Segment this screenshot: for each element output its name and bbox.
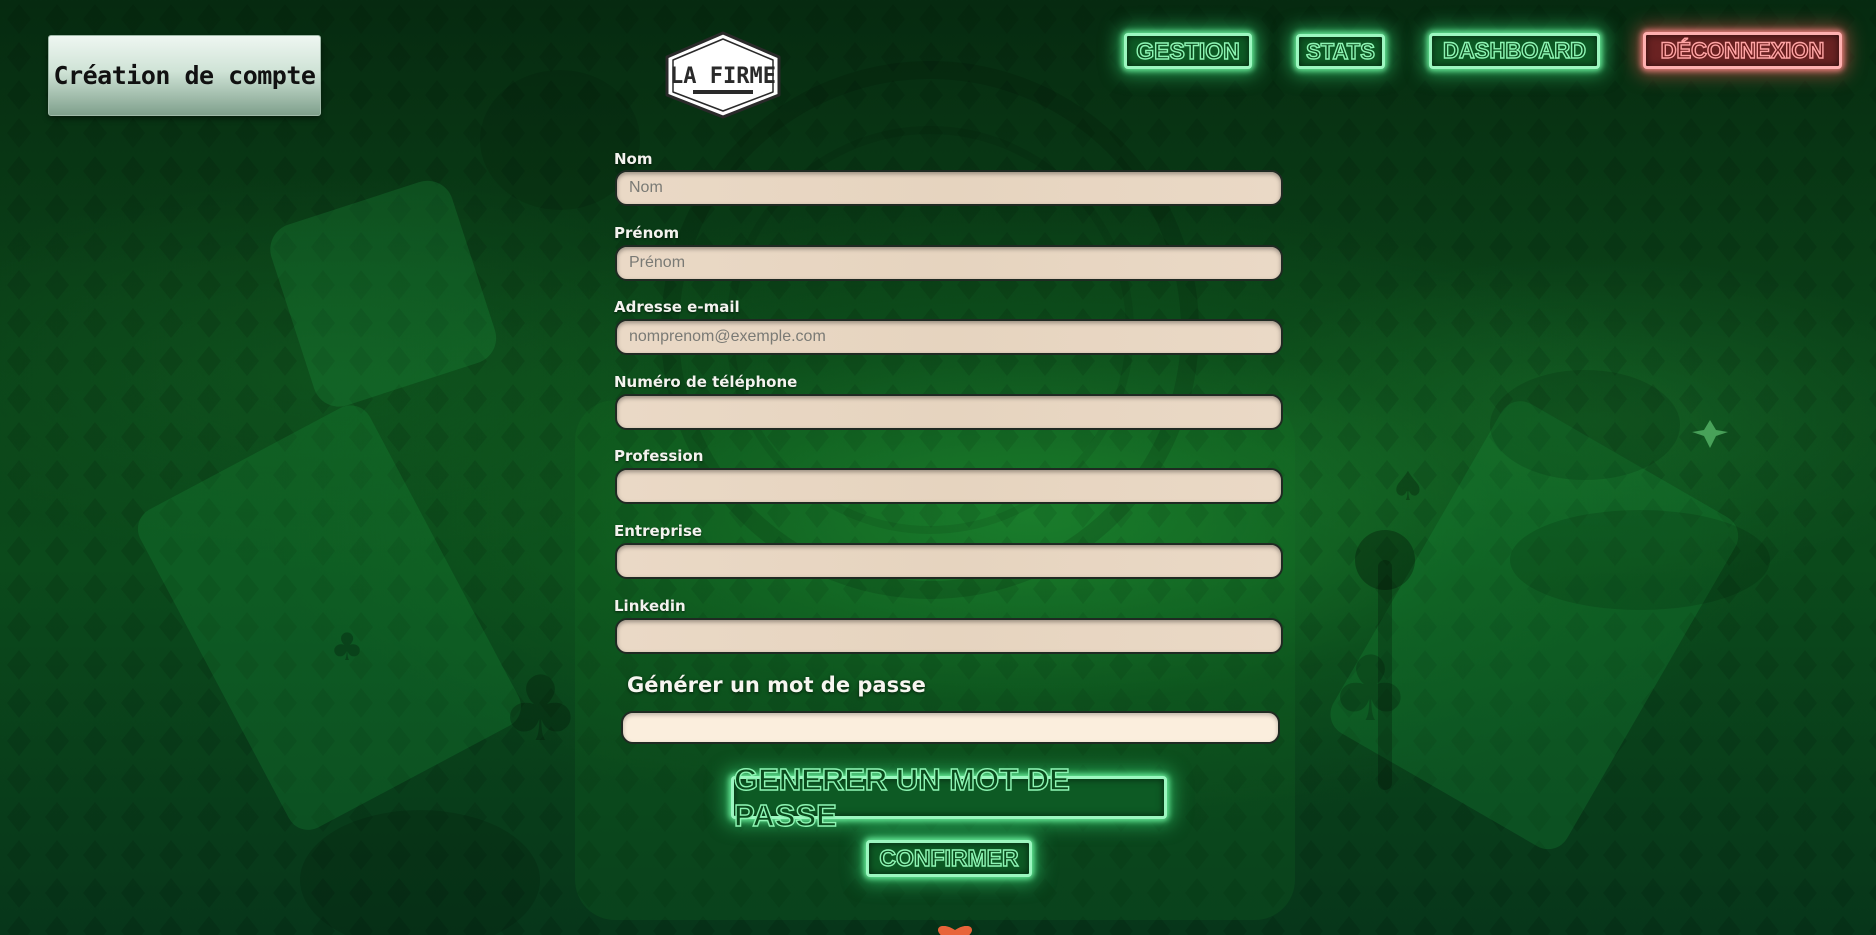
gestion-button[interactable]: GESTION bbox=[1124, 33, 1252, 69]
telephone-input[interactable] bbox=[615, 394, 1283, 430]
confirm-button[interactable]: CONFIRMER bbox=[866, 840, 1032, 877]
logo-text: LA FIRME bbox=[670, 64, 776, 89]
prenom-label: Prénom bbox=[614, 224, 680, 242]
nom-label: Nom bbox=[614, 150, 653, 168]
deconnexion-button[interactable]: DÉCONNEXION bbox=[1643, 32, 1842, 69]
email-input[interactable] bbox=[615, 319, 1283, 355]
linkedin-label: Linkedin bbox=[614, 597, 686, 615]
nom-input[interactable] bbox=[615, 170, 1283, 206]
svg-text:♣: ♣ bbox=[1330, 637, 1411, 742]
prenom-input[interactable] bbox=[615, 245, 1283, 281]
password-output[interactable] bbox=[621, 711, 1280, 744]
dashboard-button[interactable]: DASHBOARD bbox=[1429, 33, 1600, 69]
svg-text:♠: ♠ bbox=[1390, 464, 1426, 510]
generate-password-button[interactable]: GENERER UN MOT DE PASSE bbox=[731, 761, 1167, 833]
svg-text:♣: ♣ bbox=[500, 657, 581, 762]
profession-input[interactable] bbox=[615, 468, 1283, 504]
telephone-label: Numéro de téléphone bbox=[614, 373, 798, 391]
profession-label: Profession bbox=[614, 447, 704, 465]
svg-text:♣: ♣ bbox=[330, 625, 364, 669]
page-title: Création de compte bbox=[48, 35, 321, 116]
la-firme-logo: LA FIRME bbox=[665, 31, 781, 119]
entreprise-input[interactable] bbox=[615, 543, 1283, 579]
heart-icon bbox=[938, 926, 972, 935]
linkedin-input[interactable] bbox=[615, 618, 1283, 654]
entreprise-label: Entreprise bbox=[614, 522, 703, 540]
password-section-title: Générer un mot de passe bbox=[627, 673, 926, 697]
email-label: Adresse e-mail bbox=[614, 298, 740, 316]
stats-button[interactable]: STATS bbox=[1296, 34, 1385, 69]
